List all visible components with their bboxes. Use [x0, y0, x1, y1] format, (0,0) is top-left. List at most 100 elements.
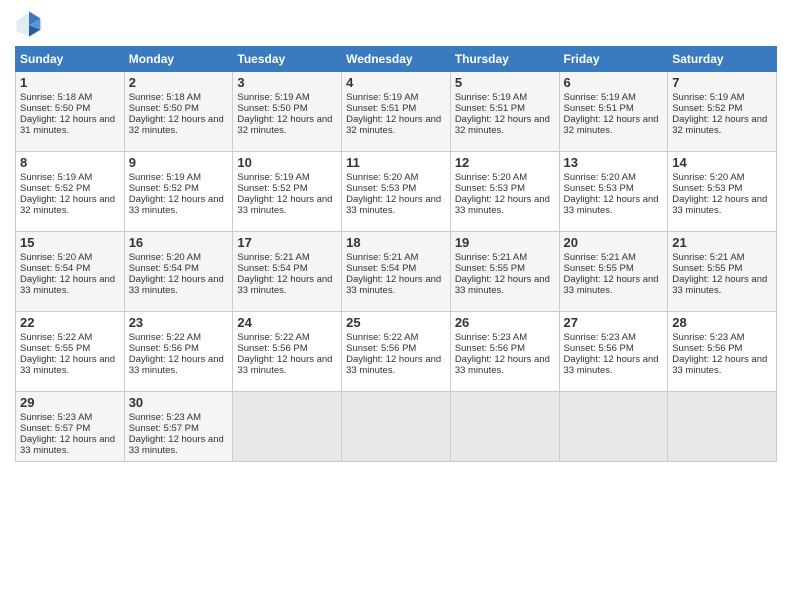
calendar-cell: 14Sunrise: 5:20 AMSunset: 5:53 PMDayligh…: [668, 152, 777, 232]
sunset-label: Sunset: 5:56 PM: [672, 343, 742, 354]
day-number: 22: [20, 315, 120, 330]
sunset-label: Sunset: 5:52 PM: [672, 103, 742, 114]
daylight-label: Daylight: 12 hours and 33 minutes.: [237, 194, 332, 216]
calendar-cell: [450, 392, 559, 462]
calendar-cell: 29Sunrise: 5:23 AMSunset: 5:57 PMDayligh…: [16, 392, 125, 462]
daylight-label: Daylight: 12 hours and 33 minutes.: [129, 354, 224, 376]
sunrise-label: Sunrise: 5:18 AM: [129, 92, 201, 103]
sunrise-label: Sunrise: 5:22 AM: [129, 332, 201, 343]
daylight-label: Daylight: 12 hours and 33 minutes.: [672, 194, 767, 216]
sunset-label: Sunset: 5:52 PM: [237, 183, 307, 194]
sunset-label: Sunset: 5:54 PM: [237, 263, 307, 274]
sunrise-label: Sunrise: 5:22 AM: [20, 332, 92, 343]
calendar-cell: 6Sunrise: 5:19 AMSunset: 5:51 PMDaylight…: [559, 72, 668, 152]
day-number: 5: [455, 75, 555, 90]
sunrise-label: Sunrise: 5:23 AM: [20, 412, 92, 423]
day-number: 23: [129, 315, 229, 330]
day-number: 15: [20, 235, 120, 250]
calendar-cell: 16Sunrise: 5:20 AMSunset: 5:54 PMDayligh…: [124, 232, 233, 312]
sunset-label: Sunset: 5:55 PM: [455, 263, 525, 274]
calendar-cell: 22Sunrise: 5:22 AMSunset: 5:55 PMDayligh…: [16, 312, 125, 392]
daylight-label: Daylight: 12 hours and 33 minutes.: [346, 194, 441, 216]
day-number: 9: [129, 155, 229, 170]
daylight-label: Daylight: 12 hours and 33 minutes.: [564, 274, 659, 296]
sunrise-label: Sunrise: 5:20 AM: [346, 172, 418, 183]
calendar-cell: 5Sunrise: 5:19 AMSunset: 5:51 PMDaylight…: [450, 72, 559, 152]
sunset-label: Sunset: 5:51 PM: [346, 103, 416, 114]
calendar-cell: [668, 392, 777, 462]
calendar-week-3: 15Sunrise: 5:20 AMSunset: 5:54 PMDayligh…: [16, 232, 777, 312]
sunset-label: Sunset: 5:52 PM: [20, 183, 90, 194]
calendar-cell: 19Sunrise: 5:21 AMSunset: 5:55 PMDayligh…: [450, 232, 559, 312]
daylight-label: Daylight: 12 hours and 32 minutes.: [237, 114, 332, 136]
calendar-cell: [342, 392, 451, 462]
day-number: 7: [672, 75, 772, 90]
daylight-label: Daylight: 12 hours and 32 minutes.: [564, 114, 659, 136]
day-number: 1: [20, 75, 120, 90]
daylight-label: Daylight: 12 hours and 33 minutes.: [455, 354, 550, 376]
sunrise-label: Sunrise: 5:22 AM: [237, 332, 309, 343]
sunrise-label: Sunrise: 5:23 AM: [455, 332, 527, 343]
sunset-label: Sunset: 5:53 PM: [672, 183, 742, 194]
calendar-cell: [233, 392, 342, 462]
sunset-label: Sunset: 5:51 PM: [455, 103, 525, 114]
day-number: 25: [346, 315, 446, 330]
daylight-label: Daylight: 12 hours and 33 minutes.: [237, 354, 332, 376]
sunset-label: Sunset: 5:56 PM: [237, 343, 307, 354]
sunset-label: Sunset: 5:56 PM: [129, 343, 199, 354]
daylight-label: Daylight: 12 hours and 32 minutes.: [346, 114, 441, 136]
daylight-label: Daylight: 12 hours and 33 minutes.: [129, 274, 224, 296]
day-number: 26: [455, 315, 555, 330]
calendar-week-4: 22Sunrise: 5:22 AMSunset: 5:55 PMDayligh…: [16, 312, 777, 392]
day-number: 16: [129, 235, 229, 250]
day-number: 18: [346, 235, 446, 250]
sunset-label: Sunset: 5:55 PM: [672, 263, 742, 274]
daylight-label: Daylight: 12 hours and 33 minutes.: [129, 194, 224, 216]
sunset-label: Sunset: 5:56 PM: [455, 343, 525, 354]
calendar-cell: 4Sunrise: 5:19 AMSunset: 5:51 PMDaylight…: [342, 72, 451, 152]
day-header-monday: Monday: [124, 47, 233, 72]
calendar-cell: 21 Sunrise: 5:21 AMSunset: 5:55 PMDayligh…: [668, 232, 777, 312]
sunrise-label: Sunrise: 5:19 AM: [564, 92, 636, 103]
day-header-sunday: Sunday: [16, 47, 125, 72]
sunrise-label: Sunrise: 5:18 AM: [20, 92, 92, 103]
sunrise-label: Sunrise: 5:21 AM: [672, 252, 744, 263]
sunset-label: Sunset: 5:56 PM: [346, 343, 416, 354]
day-header-tuesday: Tuesday: [233, 47, 342, 72]
daylight-label: Daylight: 12 hours and 33 minutes.: [672, 354, 767, 376]
daylight-label: Daylight: 12 hours and 32 minutes.: [129, 114, 224, 136]
calendar-cell: 28Sunrise: 5:23 AMSunset: 5:56 PMDayligh…: [668, 312, 777, 392]
day-number: 27: [564, 315, 664, 330]
daylight-label: Daylight: 12 hours and 33 minutes.: [20, 274, 115, 296]
sunrise-label: Sunrise: 5:19 AM: [237, 92, 309, 103]
daylight-label: Daylight: 12 hours and 33 minutes.: [20, 354, 115, 376]
sunset-label: Sunset: 5:50 PM: [20, 103, 90, 114]
day-number: 3: [237, 75, 337, 90]
sunrise-label: Sunrise: 5:20 AM: [129, 252, 201, 263]
calendar-cell: 25 Sunrise: 5:22 AMSunset: 5:56 PMDayligh…: [342, 312, 451, 392]
sunset-label: Sunset: 5:57 PM: [20, 423, 90, 434]
sunrise-label: Sunrise: 5:23 AM: [129, 412, 201, 423]
sunset-label: Sunset: 5:50 PM: [129, 103, 199, 114]
sunrise-label: Sunrise: 5:20 AM: [20, 252, 92, 263]
daylight-label: Daylight: 12 hours and 33 minutes.: [672, 274, 767, 296]
sunset-label: Sunset: 5:57 PM: [129, 423, 199, 434]
day-number: 20: [564, 235, 664, 250]
day-number: 11: [346, 155, 446, 170]
sunrise-label: Sunrise: 5:20 AM: [672, 172, 744, 183]
daylight-label: Daylight: 12 hours and 33 minutes.: [129, 434, 224, 456]
day-number: 17: [237, 235, 337, 250]
calendar-cell: 12Sunrise: 5:20 AMSunset: 5:53 PMDayligh…: [450, 152, 559, 232]
sunrise-label: Sunrise: 5:22 AM: [346, 332, 418, 343]
daylight-label: Daylight: 12 hours and 33 minutes.: [564, 354, 659, 376]
sunrise-label: Sunrise: 5:19 AM: [455, 92, 527, 103]
sunrise-label: Sunrise: 5:19 AM: [237, 172, 309, 183]
day-number: 21: [672, 235, 772, 250]
calendar-cell: 8Sunrise: 5:19 AMSunset: 5:52 PMDaylight…: [16, 152, 125, 232]
sunrise-label: Sunrise: 5:19 AM: [20, 172, 92, 183]
calendar-cell: 13Sunrise: 5:20 AMSunset: 5:53 PMDayligh…: [559, 152, 668, 232]
calendar-cell: 9Sunrise: 5:19 AMSunset: 5:52 PMDaylight…: [124, 152, 233, 232]
sunset-label: Sunset: 5:54 PM: [20, 263, 90, 274]
daylight-label: Daylight: 12 hours and 33 minutes.: [346, 354, 441, 376]
sunrise-label: Sunrise: 5:20 AM: [455, 172, 527, 183]
